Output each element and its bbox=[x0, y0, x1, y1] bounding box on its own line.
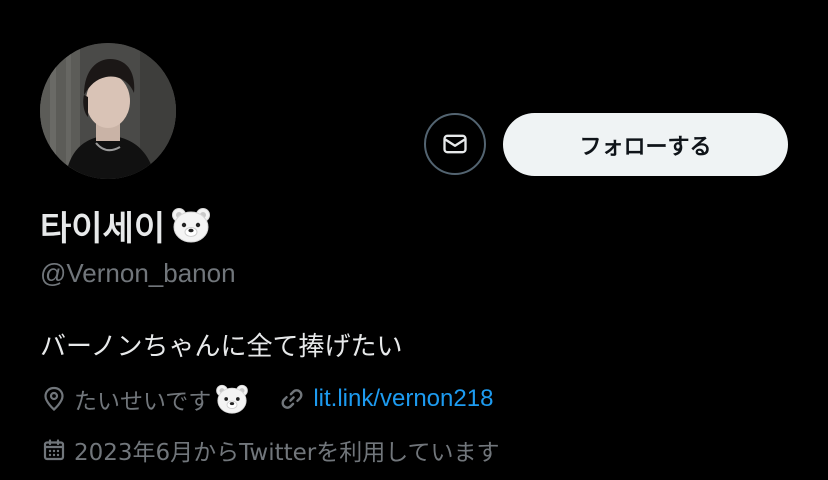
website-link-item[interactable]: lit.link/vernon218 bbox=[279, 385, 493, 413]
location-item: たいせいです bbox=[42, 382, 249, 416]
location-pin-icon bbox=[42, 386, 66, 412]
polar-bear-face-emoji bbox=[215, 384, 249, 414]
follow-button[interactable]: フォローする bbox=[503, 113, 788, 176]
profile-bio: バーノンちゃんに全て捧げたい bbox=[40, 332, 403, 362]
display-name-text: 타이세이 bbox=[40, 208, 166, 249]
calendar-icon bbox=[42, 438, 66, 462]
profile-handle: @Vernon_banon bbox=[40, 258, 236, 288]
display-name: 타이세이 bbox=[40, 203, 211, 249]
joined-text: 2023年6月からTwitterを利用しています bbox=[74, 440, 500, 466]
website-link[interactable]: lit.link/vernon218 bbox=[313, 385, 493, 413]
location-text: たいせいです bbox=[74, 389, 212, 415]
polar-bear-face-emoji bbox=[171, 207, 211, 243]
mail-icon bbox=[443, 134, 467, 154]
avatar-image bbox=[40, 43, 176, 179]
message-button[interactable] bbox=[424, 113, 486, 175]
follow-button-label: フォローする bbox=[579, 134, 712, 160]
link-icon bbox=[279, 386, 305, 412]
joined-row: 2023年6月からTwitterを利用しています bbox=[42, 433, 500, 467]
profile-meta-row: たいせいです lit.link/vernon218 bbox=[42, 382, 493, 416]
avatar[interactable] bbox=[40, 43, 176, 179]
joined-item: 2023年6月からTwitterを利用しています bbox=[42, 433, 500, 467]
